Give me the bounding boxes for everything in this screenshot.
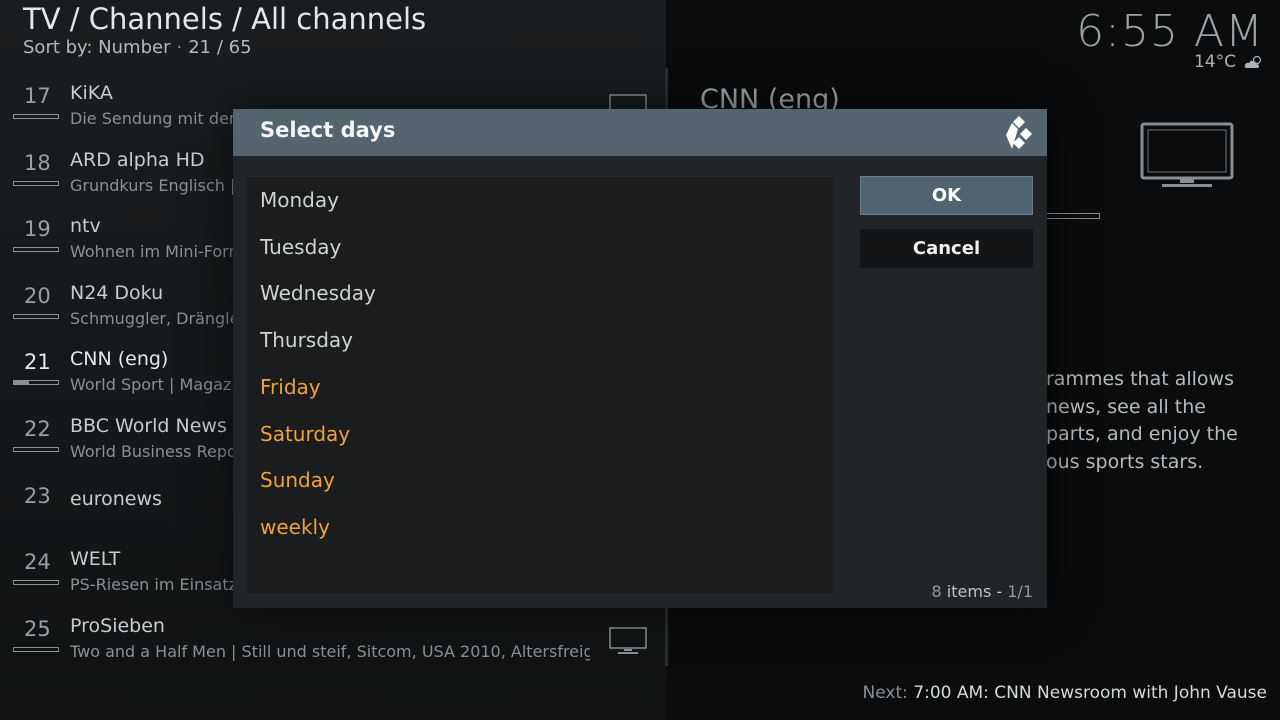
description-line: news, see all the [1046,395,1206,418]
items-count-number: 8 [931,582,942,601]
channel-progress-bar [13,314,59,319]
info-description: rammes that allows news, see all the par… [1046,366,1256,476]
channel-row[interactable]: 25 ProSieben Two and a Half Men | Still un… [0,607,666,673]
channel-number: 20 [24,284,51,308]
channel-number: 18 [24,151,51,175]
ok-button[interactable]: OK [860,176,1033,215]
channel-number: 17 [24,84,51,108]
day-option-weekly[interactable]: weekly [260,507,330,547]
list-position: 21 / 65 [188,37,252,58]
day-option-friday[interactable]: Friday [260,367,321,407]
day-option-monday[interactable]: Monday [260,180,339,220]
day-option-sunday[interactable]: Sunday [260,460,335,500]
day-option-saturday[interactable]: Saturday [260,414,350,454]
channel-name: ProSieben [70,615,165,637]
channel-program: Schmuggler, Drängler [70,309,247,328]
progress-fill [14,381,30,384]
channel-number: 19 [24,217,51,241]
channel-program: PS-Riesen im Einsatz [70,575,238,594]
sort-info: Sort by: Number · 21 / 65 [23,37,252,58]
channel-name: ARD alpha HD [70,149,205,171]
next-program-value: 7:00 AM: CNN Newsroom with John Vause [913,683,1267,703]
channel-progress-bar [13,247,59,252]
next-label: Next: [862,683,908,703]
channel-name: WELT [70,548,121,570]
sort-label: Sort by: Number [23,37,171,58]
channel-progress-bar [13,181,59,186]
day-option-thursday[interactable]: Thursday [260,320,353,360]
info-progress-bar [1046,213,1100,219]
channel-program: Grundkurs Englisch | [70,176,236,195]
select-days-dialog: Select days Monday Tuesday Wednesday Thursd… [233,109,1047,608]
channel-program: World Sport | Magazin [70,375,247,394]
channel-progress-bar [13,647,59,652]
channel-program: Two and a Half Men | Still und steif, Si… [70,642,590,661]
items-count-separator: - [996,582,1003,601]
channel-number: 24 [24,550,51,574]
channel-number: 21 [24,350,51,374]
description-line: ous sports stars. [1046,450,1204,473]
channel-name: KiKA [70,82,113,104]
channel-progress-bar [13,380,59,385]
tv-icon [1140,122,1234,187]
next-program: Next: 7:00 AM: CNN Newsroom with John Va… [863,683,1267,703]
items-count: 8 items - 1/1 [932,582,1033,601]
day-option-tuesday[interactable]: Tuesday [260,227,341,267]
days-list: Monday Tuesday Wednesday Thursday Friday Satu… [247,177,833,593]
channel-number: 22 [24,417,51,441]
kodi-logo-icon [1006,116,1032,149]
description-line: parts, and enjoy the [1046,423,1238,445]
partly-cloudy-icon [1244,55,1262,68]
weather: 14°C [1194,52,1264,72]
separator-dot: · [176,37,183,58]
channel-program: World Business Report [70,442,250,461]
day-option-wednesday[interactable]: Wednesday [260,273,376,313]
temperature: 14°C [1193,52,1236,72]
items-count-word: items [946,582,992,601]
channel-progress-bar [13,447,59,452]
channel-name: euronews [70,488,162,510]
dialog-title: Select days [260,118,396,142]
channel-name: ntv [70,215,101,237]
items-page-count: 1/1 [1007,582,1033,601]
clock: 6:55 AM [1076,6,1264,57]
breadcrumb: TV / Channels / All channels [23,2,427,36]
channel-progress-bar [13,580,59,585]
cancel-button[interactable]: Cancel [860,229,1033,268]
dialog-header: Select days [233,109,1047,156]
channel-progress-bar [13,114,59,119]
channel-name: N24 Doku [70,282,164,304]
channel-number: 25 [24,617,51,641]
description-line: rammes that allows [1046,368,1234,390]
tv-icon [609,627,647,654]
channel-number: 23 [24,484,51,508]
channel-program: Wohnen im Mini-Format [70,242,261,261]
channel-name: CNN (eng) [70,348,169,370]
